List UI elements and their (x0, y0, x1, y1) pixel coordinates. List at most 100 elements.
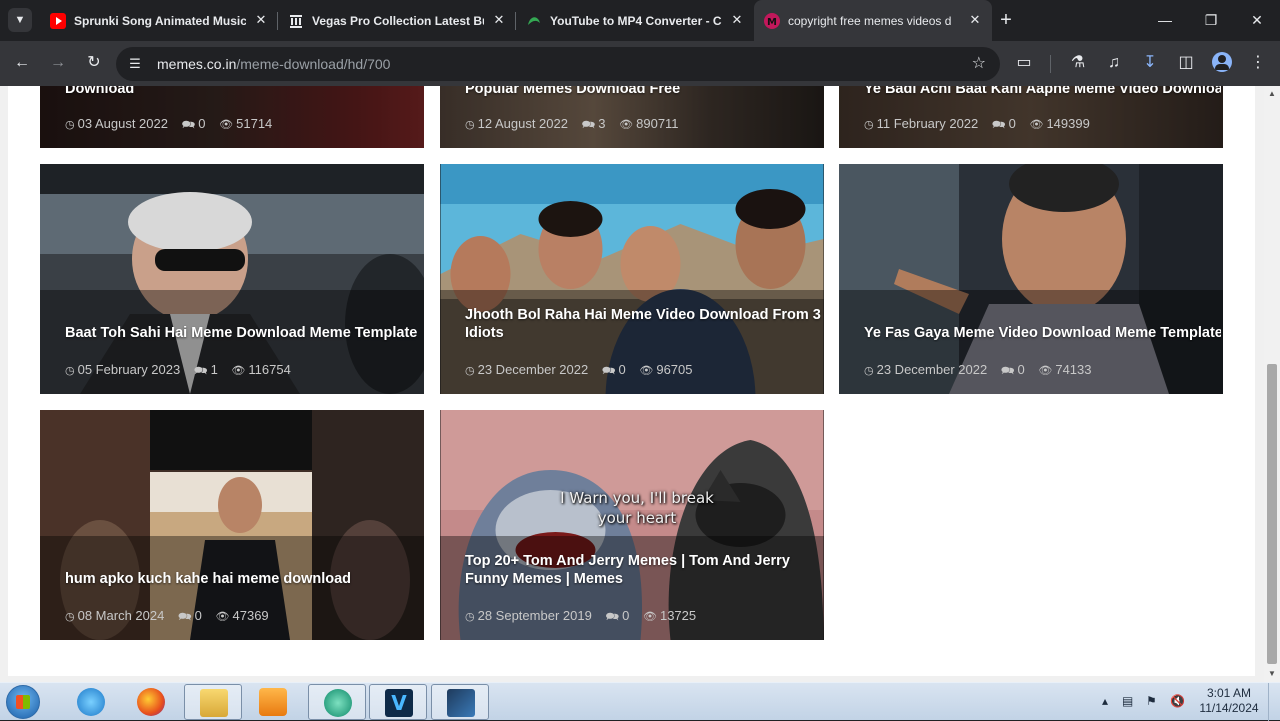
card-title[interactable]: Baat Toh Sahi Hai Meme Download Meme Tem… (65, 324, 422, 342)
views-meta: 👁 47369 (215, 608, 269, 623)
card-meta: ◷ 12 August 2022 🗪 3 👁 890711 (465, 116, 689, 133)
tab-search-chevron-icon[interactable]: ▼ (8, 8, 32, 32)
close-tab-icon[interactable]: ✕ (966, 11, 984, 29)
memes-m-icon: M (764, 13, 780, 29)
comments-meta: 🗪 1 (193, 362, 218, 377)
comments-icon: 🗪 (177, 611, 192, 623)
eye-icon: 👁 (231, 365, 246, 377)
tab-memes-active[interactable]: M copyright free memes videos d ✕ (754, 0, 992, 41)
reload-icon[interactable]: ↻ (82, 51, 106, 75)
close-window-button[interactable]: ✕ (1234, 0, 1280, 41)
card-title[interactable]: Download (65, 86, 422, 98)
page-viewport: Download ◷ 03 August 2022 🗪 0 👁 51714 Popul… (0, 86, 1264, 682)
video-editor-icon[interactable] (431, 684, 489, 720)
show-desktop-button[interactable] (1268, 683, 1280, 721)
new-tab-button[interactable]: + (996, 10, 1016, 30)
card-title[interactable]: Top 20+ Tom And Jerry Memes | Tom And Je… (465, 552, 822, 588)
meme-card[interactable]: Ye Badi Achi Baat Kahi Aapne Meme Video … (839, 86, 1223, 148)
meme-card[interactable]: Jhooth Bol Raha Hai Meme Video Download … (440, 164, 824, 394)
views-meta: 👁 96705 (639, 362, 693, 377)
meme-card[interactable]: Ye Fas Gaya Meme Video Download Meme Tem… (839, 164, 1223, 394)
close-tab-icon[interactable]: ✕ (728, 11, 746, 29)
comments-meta: 🗪 0 (991, 116, 1016, 131)
minimize-button[interactable]: — (1142, 0, 1188, 41)
profile-avatar-icon[interactable] (1212, 52, 1232, 72)
media-queue-icon[interactable]: ♫ (1102, 51, 1126, 75)
comments-meta: 🗪 0 (1000, 362, 1025, 377)
meme-card[interactable]: Download ◷ 03 August 2022 🗪 0 👁 51714 (40, 86, 424, 148)
tab-vegas-pro[interactable]: Vegas Pro Collection Latest Bu ✕ (278, 0, 516, 41)
clock-icon: ◷ (465, 119, 475, 131)
comments-meta: 🗪 0 (601, 362, 626, 377)
scroll-down-arrow-icon[interactable]: ▼ (1264, 666, 1280, 682)
clock-icon: ◷ (65, 365, 75, 377)
clock-icon: ◷ (864, 365, 874, 377)
clock-icon: ◷ (65, 611, 75, 623)
action-center-flag-icon[interactable]: ⚑ (1146, 693, 1157, 709)
firefox-icon[interactable] (122, 684, 180, 720)
side-panel-icon[interactable]: ◫ (1174, 51, 1198, 75)
tab-strip: ▼ Sprunki Song Animated Music ✕ Vegas Pr… (0, 0, 1280, 41)
date-meta: ◷ 05 February 2023 (65, 362, 181, 377)
comments-icon: 🗪 (991, 119, 1006, 131)
scrollbar-thumb[interactable] (1267, 364, 1277, 664)
views-meta: 👁 149399 (1029, 116, 1090, 131)
card-title[interactable]: Jhooth Bol Raha Hai Meme Video Download … (465, 306, 822, 342)
bookmark-star-icon[interactable]: ☆ (972, 54, 986, 74)
vegas-pro-icon[interactable]: V (369, 684, 427, 720)
scroll-up-arrow-icon[interactable]: ▲ (1264, 86, 1280, 102)
clock-icon: ◷ (65, 119, 75, 131)
tab-sprunki[interactable]: Sprunki Song Animated Music ✕ (40, 0, 278, 41)
back-arrow-icon[interactable]: ← (10, 51, 34, 75)
clock-time: 3:01 AM (1206, 686, 1252, 700)
card-title[interactable]: hum apko kuch kahe hai meme download (65, 570, 422, 588)
card-title[interactable]: Ye Fas Gaya Meme Video Download Meme Tem… (864, 324, 1221, 342)
card-meta: ◷ 23 December 2022 🗪 0 👁 96705 (465, 362, 703, 379)
meme-card[interactable]: Popular Memes Download Free ◷ 12 August 2… (440, 86, 824, 148)
comments-icon: 🗪 (193, 365, 208, 377)
address-bar[interactable]: ☰ memes.co.in/meme-download/hd/700 ☆ (116, 47, 1000, 81)
vertical-scrollbar[interactable]: ▲ ▼ (1264, 86, 1280, 682)
content-panel: Download ◷ 03 August 2022 🗪 0 👁 51714 Popul… (8, 86, 1255, 676)
youtube-icon (50, 13, 66, 29)
card-meta: ◷ 28 September 2019 🗪 0 👁 13725 (465, 608, 706, 625)
internet-explorer-icon[interactable] (62, 684, 120, 720)
close-tab-icon[interactable]: ✕ (490, 11, 508, 29)
forward-arrow-icon[interactable]: → (46, 51, 70, 75)
system-clock[interactable]: 3:01 AM 11/14/2024 (1194, 686, 1264, 716)
svg-text:M: M (767, 17, 777, 28)
menu-kebab-icon[interactable]: ⋮ (1246, 51, 1270, 75)
comments-icon: 🗪 (1000, 365, 1015, 377)
tab-title: YouTube to MP4 Converter - C (550, 14, 722, 28)
clock-icon: ◷ (465, 365, 475, 377)
url-text[interactable]: memes.co.in/meme-download/hd/700 (157, 56, 390, 72)
eye-icon: 👁 (643, 611, 657, 623)
close-tab-icon[interactable]: ✕ (252, 11, 270, 29)
comments-icon: 🗪 (581, 119, 596, 131)
file-explorer-icon[interactable] (184, 684, 242, 720)
meme-card[interactable]: Baat Toh Sahi Hai Meme Download Meme Tem… (40, 164, 424, 394)
extensions-puzzle-icon[interactable]: ▭ (1012, 51, 1036, 75)
meme-card[interactable]: I Warn you, I'll break your heart Top 20… (440, 410, 824, 640)
comments-meta: 🗪 0 (605, 608, 630, 623)
volume-muted-icon[interactable]: 🔇 (1170, 693, 1185, 709)
app-teal-icon[interactable] (308, 684, 366, 720)
date-meta: ◷ 03 August 2022 (65, 116, 168, 131)
download-icon[interactable]: ↧ (1138, 51, 1162, 75)
meme-card[interactable]: hum apko kuch kahe hai meme download ◷ 08… (40, 410, 424, 640)
restore-button[interactable]: ❐ (1188, 0, 1234, 41)
network-icon[interactable]: ▤ (1122, 693, 1133, 709)
site-settings-icon[interactable]: ☰ (126, 55, 144, 73)
card-meta: ◷ 08 March 2024 🗪 0 👁 47369 (65, 608, 279, 625)
media-player-icon[interactable] (244, 684, 302, 720)
toolbar-separator (1050, 55, 1051, 73)
start-button[interactable] (6, 685, 40, 719)
labs-flask-icon[interactable]: ⚗ (1066, 51, 1090, 75)
date-meta: ◷ 12 August 2022 (465, 116, 568, 131)
card-title[interactable]: Popular Memes Download Free (465, 86, 822, 98)
card-title[interactable]: Ye Badi Achi Baat Kahi Aapne Meme Video … (864, 86, 1221, 98)
tray-overflow-arrow-icon[interactable]: ▴ (1102, 693, 1108, 709)
eye-icon: 👁 (619, 119, 634, 131)
tab-youtube-mp4[interactable]: YouTube to MP4 Converter - C ✕ (516, 0, 754, 41)
date-meta: ◷ 23 December 2022 (465, 362, 589, 377)
